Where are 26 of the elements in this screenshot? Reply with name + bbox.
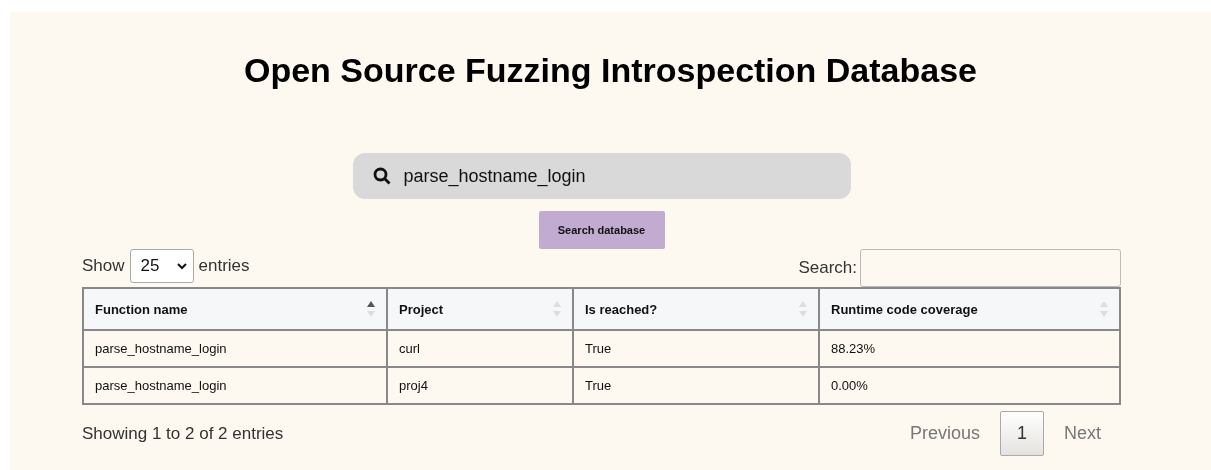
table-search-field[interactable] [860,249,1121,287]
next-link[interactable]: Next [1044,423,1121,444]
chevron-down-icon [176,262,187,270]
table-cell: parse_hostname_login [83,367,387,404]
previous-link[interactable]: Previous [889,423,1000,444]
column-header[interactable]: Is reached? [573,288,819,330]
column-header[interactable]: Project [387,288,573,330]
column-header[interactable]: Function name [83,288,387,330]
search-field[interactable]: parse_hostname_login [352,153,851,199]
column-header[interactable]: Runtime code coverage [819,288,1120,330]
table-cell: 0.00% [819,367,1120,404]
table-cell: proj4 [387,367,573,404]
table-cell: parse_hostname_login [83,330,387,367]
table-info: Showing 1 to 2 of 2 entries [82,423,284,444]
search-icon [372,167,391,185]
entries-label: entries [198,256,250,276]
page-button[interactable]: 1 [1000,411,1044,456]
page-title: Open Source Fuzzing Introspection Database [244,50,977,90]
table-cell: 88.23% [819,330,1120,367]
table-cell: True [573,330,819,367]
table-cell: curl [387,330,573,367]
search-label: Search: [798,258,857,278]
show-label: Show [82,256,125,276]
table-cell: True [573,367,819,404]
entries-select[interactable]: 25 [129,249,194,283]
search-database-button[interactable]: Search database [538,211,665,249]
